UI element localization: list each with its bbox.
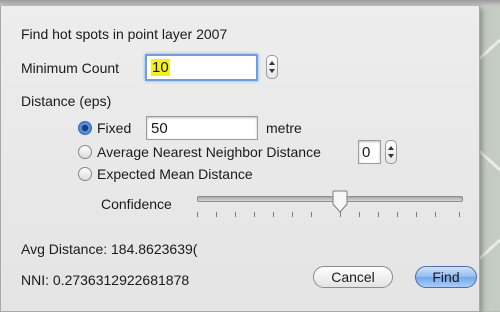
fixed-distance-input[interactable]: 50 bbox=[146, 116, 258, 140]
distance-label: Distance (eps) bbox=[21, 93, 112, 109]
ann-multiplier-input[interactable]: 0 bbox=[358, 140, 381, 164]
cancel-button[interactable]: Cancel bbox=[313, 266, 393, 288]
confidence-label: Confidence bbox=[101, 196, 172, 212]
fixed-radio[interactable] bbox=[78, 121, 92, 135]
avg-distance-readout: Avg Distance: 184.8623639( bbox=[21, 241, 198, 257]
confidence-slider-track[interactable] bbox=[197, 196, 463, 202]
minimum-count-value: 10 bbox=[151, 59, 170, 76]
stepper-down-icon bbox=[269, 69, 275, 73]
minimum-count-label: Minimum Count bbox=[21, 60, 120, 76]
stepper-up-icon bbox=[388, 146, 394, 150]
ann-multiplier-value: 0 bbox=[362, 144, 371, 161]
expected-mean-distance-radio[interactable] bbox=[78, 167, 92, 181]
average-nearest-neighbor-radio[interactable] bbox=[78, 145, 92, 159]
ann-multiplier-stepper[interactable] bbox=[385, 140, 397, 164]
nni-readout: NNI: 0.2736312922681878 bbox=[21, 272, 190, 288]
find-button[interactable]: Find bbox=[415, 266, 477, 288]
minimum-count-input[interactable]: 10 bbox=[145, 54, 258, 81]
fixed-label: Fixed bbox=[97, 120, 132, 136]
fixed-distance-value: 50 bbox=[151, 120, 168, 137]
stepper-down-icon bbox=[388, 154, 394, 158]
dialog-heading: Find hot spots in point layer 2007 bbox=[21, 26, 228, 42]
average-nearest-neighbor-label: Average Nearest Neighbor Distance bbox=[97, 144, 321, 160]
expected-mean-distance-label: Expected Mean Distance bbox=[97, 166, 253, 182]
confidence-slider-thumb[interactable] bbox=[331, 190, 349, 214]
fixed-unit-label: metre bbox=[266, 120, 302, 136]
stepper-up-icon bbox=[269, 61, 275, 65]
minimum-count-stepper[interactable] bbox=[266, 55, 278, 79]
